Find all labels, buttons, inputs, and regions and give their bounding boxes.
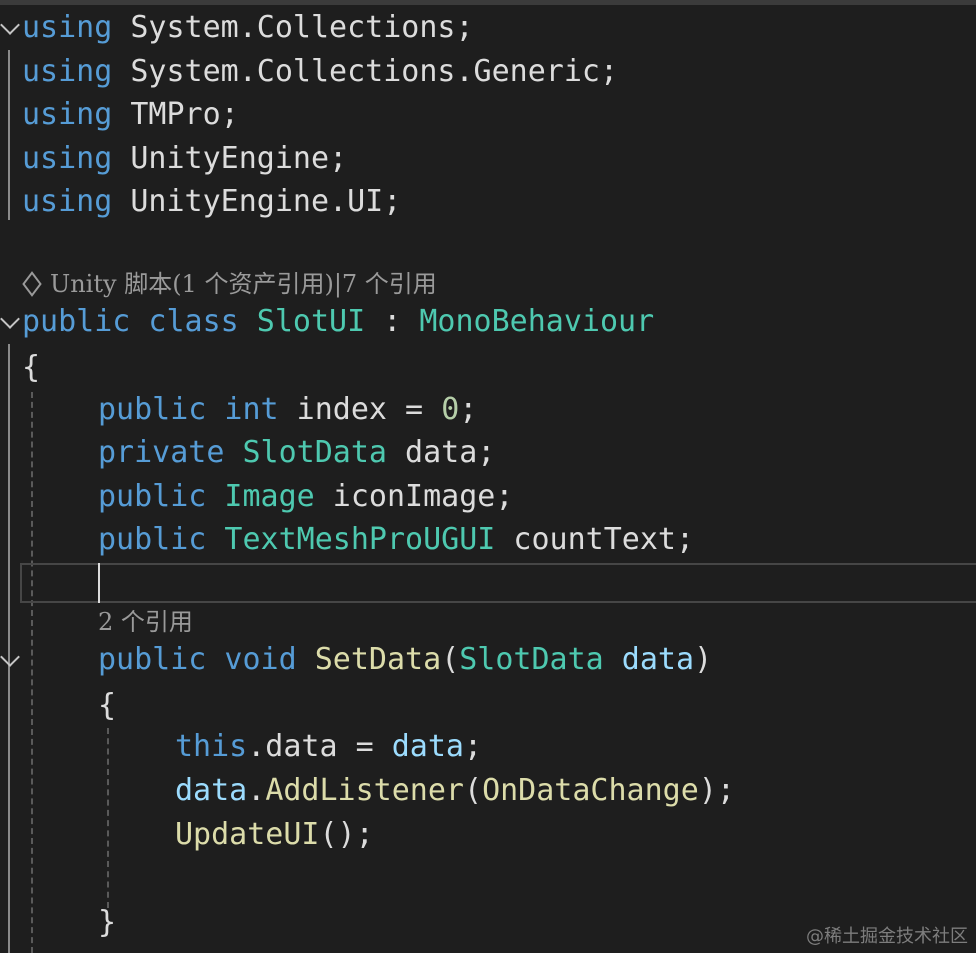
- code-line[interactable]: public void SetData(SlotData data): [98, 640, 712, 680]
- namespace: UnityEngine: [112, 141, 330, 176]
- fold-chevron-icon[interactable]: [0, 647, 20, 667]
- keyword: using: [22, 54, 113, 89]
- indent-guide: [31, 392, 33, 953]
- punctuation: ;: [599, 54, 619, 89]
- brace: }: [98, 905, 117, 940]
- current-line-highlight: [20, 563, 976, 603]
- namespace: TMPro: [112, 97, 221, 132]
- type-name: SlotData: [224, 435, 387, 470]
- code-line[interactable]: private SlotData data;: [98, 433, 495, 473]
- brace: {: [22, 350, 41, 385]
- punctuation: ): [694, 642, 713, 677]
- brace: {: [98, 688, 117, 723]
- punctuation: ();: [319, 817, 374, 852]
- watermark: @稀土掘金技术社区: [806, 926, 968, 947]
- punctuation: :: [365, 304, 420, 339]
- class-name: SlotUI: [238, 304, 366, 339]
- text-caret: [98, 563, 100, 603]
- number-literal: 0: [441, 392, 460, 427]
- method-name: SetData: [296, 642, 442, 677]
- namespace: System.Collections.Generic: [112, 54, 600, 89]
- keyword: this: [175, 729, 248, 764]
- keyword: void: [206, 642, 297, 677]
- punctuation: ;: [464, 729, 483, 764]
- base-class-name: MonoBehaviour: [419, 304, 655, 339]
- code-line[interactable]: }: [98, 903, 116, 943]
- punctuation: ;: [383, 184, 402, 219]
- punctuation: ;: [220, 97, 239, 132]
- namespace: System.Collections: [112, 10, 456, 45]
- identifier: iconImage;: [314, 479, 514, 514]
- method-name: OnDataChange: [482, 773, 699, 808]
- punctuation: ;: [455, 10, 474, 45]
- code-line[interactable]: {: [22, 348, 40, 388]
- keyword: using: [22, 10, 113, 45]
- identifier: index =: [278, 392, 442, 427]
- code-line[interactable]: public class SlotUI : MonoBehaviour: [22, 302, 654, 342]
- code-line[interactable]: this.data = data;: [175, 727, 482, 767]
- keyword: public: [98, 479, 207, 514]
- method-name: UpdateUI: [175, 817, 320, 852]
- method-name: AddListener: [265, 773, 464, 808]
- punctuation: .: [247, 773, 266, 808]
- method-codelens[interactable]: 2 个引用: [98, 607, 193, 637]
- unity-cube-icon: [22, 271, 42, 297]
- parameter-name: data: [603, 642, 695, 677]
- code-line[interactable]: using UnityEngine.UI;: [22, 182, 401, 222]
- keyword: using: [22, 141, 113, 176]
- namespace: UnityEngine.UI: [112, 184, 384, 219]
- editor-top-border: [0, 0, 976, 5]
- keyword: public: [98, 392, 207, 427]
- keyword: private: [98, 435, 225, 470]
- punctuation: );: [698, 773, 735, 808]
- punctuation: (: [441, 642, 460, 677]
- keyword: int: [206, 392, 279, 427]
- punctuation: (: [464, 773, 483, 808]
- code-line[interactable]: using UnityEngine;: [22, 139, 347, 179]
- code-line[interactable]: data.AddListener(OnDataChange);: [175, 771, 735, 811]
- keyword: public: [22, 304, 131, 339]
- keyword: class: [130, 304, 239, 339]
- fold-guide: [8, 50, 10, 220]
- type-name: TextMeshProUGUI: [206, 522, 496, 557]
- fold-chevron-icon[interactable]: [0, 309, 20, 329]
- code-editor[interactable]: using System.Collections; using System.C…: [0, 0, 976, 953]
- identifier: countText;: [495, 522, 695, 557]
- code-line[interactable]: public TextMeshProUGUI countText;: [98, 520, 694, 560]
- keyword: using: [22, 97, 113, 132]
- code-line[interactable]: public Image iconImage;: [98, 477, 513, 517]
- fold-chevron-icon[interactable]: [0, 15, 20, 35]
- class-codelens[interactable]: Unity 脚本(1 个资产引用)|7 个引用: [50, 269, 437, 299]
- code-line[interactable]: {: [98, 686, 116, 726]
- identifier: .data =: [247, 729, 392, 764]
- code-line[interactable]: public int index = 0;: [98, 390, 477, 430]
- code-line[interactable]: using TMPro;: [22, 95, 239, 135]
- punctuation: ;: [459, 392, 478, 427]
- code-line[interactable]: using System.Collections.Generic;: [22, 52, 618, 92]
- code-line[interactable]: using System.Collections;: [22, 8, 474, 48]
- keyword: using: [22, 184, 113, 219]
- punctuation: ;: [329, 141, 348, 176]
- identifier: data;: [387, 435, 496, 470]
- keyword: public: [98, 522, 207, 557]
- parameter-name: data: [175, 773, 248, 808]
- type-name: Image: [206, 479, 315, 514]
- type-name: SlotData: [459, 642, 604, 677]
- code-line[interactable]: UpdateUI();: [175, 815, 374, 855]
- keyword: public: [98, 642, 207, 677]
- indent-guide: [107, 728, 109, 908]
- parameter-name: data: [391, 729, 464, 764]
